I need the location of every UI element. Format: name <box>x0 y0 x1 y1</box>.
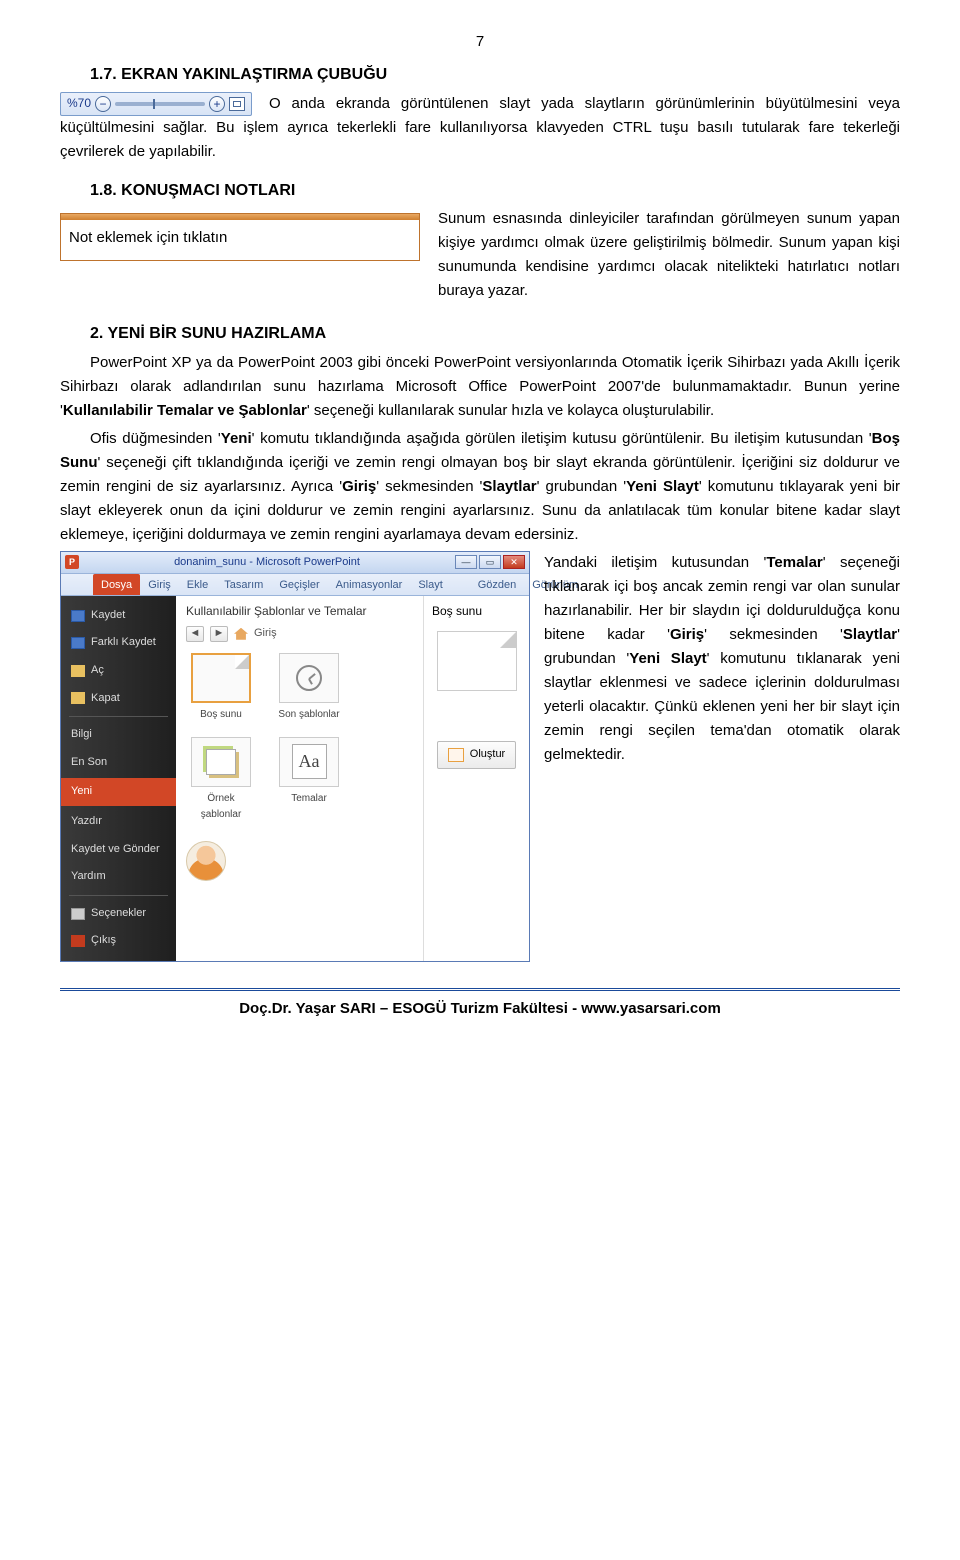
tab-insert[interactable]: Ekle <box>179 574 216 595</box>
t-bold: Yeni Slayt <box>629 650 706 667</box>
stack-icon <box>206 749 236 775</box>
zoom-slider[interactable] <box>115 102 205 106</box>
tab-slideshow[interactable]: Slayt Gösterisi <box>410 574 469 595</box>
t-bold: Giriş <box>342 478 376 495</box>
tab-file[interactable]: Dosya <box>93 574 140 595</box>
zoom-out-icon[interactable]: − <box>95 96 111 112</box>
para-2-1: PowerPoint XP ya da PowerPoint 2003 gibi… <box>60 351 900 423</box>
heading-1-7: 1.7. EKRAN YAKINLAŞTIRMA ÇUBUĞU <box>60 62 900 88</box>
zoom-fit-icon[interactable] <box>229 97 245 111</box>
folder-open-icon <box>71 665 85 677</box>
folder-icon <box>71 692 85 704</box>
preview-thumbnail <box>437 631 517 691</box>
menu-open[interactable]: Aç <box>61 657 176 685</box>
powerpoint-window: P donanim_sunu - Microsoft PowerPoint — … <box>60 551 530 962</box>
menu-info[interactable]: Bilgi <box>61 721 176 749</box>
t-bold: Giriş <box>670 626 704 643</box>
powerpoint-app-icon: P <box>65 555 79 569</box>
create-button[interactable]: Oluştur <box>437 741 516 769</box>
heading-1-8: 1.8. KONUŞMACI NOTLARI <box>60 178 900 204</box>
zoom-in-icon[interactable]: + <box>209 96 225 112</box>
create-icon <box>448 748 464 762</box>
menu-send[interactable]: Kaydet ve Gönder <box>61 836 176 864</box>
page-number: 7 <box>60 30 900 54</box>
t: ' sekmesinden ' <box>376 478 482 495</box>
clock-icon <box>296 665 322 691</box>
tile-themes[interactable]: Aa Temalar <box>274 737 344 823</box>
t: Yandaki iletişim kutusundan ' <box>544 554 766 571</box>
t: ' sekmesinden ' <box>704 626 843 643</box>
tab-home[interactable]: Giriş <box>140 574 179 595</box>
menu-save[interactable]: Kaydet <box>61 602 176 630</box>
t-bold: Slaytlar <box>843 626 897 643</box>
page-footer: Doç.Dr. Yaşar SARI – ESOGÜ Turizm Fakült… <box>60 988 900 1021</box>
tab-design[interactable]: Tasarım <box>216 574 271 595</box>
save-icon <box>71 610 85 622</box>
t-bold: Yeni <box>221 430 252 447</box>
zoom-percent-label: %70 <box>67 94 91 113</box>
options-icon <box>71 908 85 920</box>
menu-close[interactable]: Kapat <box>61 685 176 713</box>
menu-help[interactable]: Yardım <box>61 863 176 891</box>
t: ' komutu tıklandığında aşağıda görülen i… <box>252 430 872 447</box>
exit-icon <box>71 935 85 947</box>
minimize-icon[interactable]: — <box>455 555 477 569</box>
t-bold: Yeni Slayt <box>626 478 699 495</box>
para-1-7: %70 − + O anda ekranda görüntülenen slay… <box>60 92 900 164</box>
menu-print[interactable]: Yazdır <box>61 808 176 836</box>
tab-transitions[interactable]: Geçişler <box>271 574 327 595</box>
close-icon[interactable]: ✕ <box>503 555 525 569</box>
menu-exit[interactable]: Çıkış <box>61 927 176 955</box>
nav-back-icon[interactable]: ◄ <box>186 626 204 642</box>
maximize-icon[interactable]: ▭ <box>479 555 501 569</box>
menu-new[interactable]: Yeni <box>61 778 176 806</box>
nav-home-icon[interactable] <box>234 628 248 640</box>
file-menu: Kaydet Farklı Kaydet Aç Kapat Bilgi En S… <box>61 596 176 961</box>
para-1-8: Sunum esnasında dinleyiciler tarafından … <box>438 207 900 303</box>
save-as-icon <box>71 637 85 649</box>
notes-pane[interactable]: Not eklemek için tıklatın <box>60 213 420 261</box>
notes-placeholder[interactable]: Not eklemek için tıklatın <box>61 220 419 260</box>
tile-sample-templates[interactable]: Örnek şablonlar <box>186 737 256 823</box>
zoom-bar[interactable]: %70 − + <box>60 92 252 116</box>
para-2-2: Ofis düğmesinden 'Yeni' komutu tıklandığ… <box>60 427 900 547</box>
templates-panel: Kullanılabilir Şablonlar ve Temalar ◄ ► … <box>176 596 424 961</box>
tile-recent-templates[interactable]: Son şablonlar <box>274 653 344 723</box>
t: ' grubundan ' <box>537 478 626 495</box>
nav-forward-icon[interactable]: ► <box>210 626 228 642</box>
tab-animations[interactable]: Animasyonlar <box>328 574 411 595</box>
menu-options[interactable]: Seçenekler <box>61 900 176 928</box>
nav-breadcrumb: Giriş <box>254 625 277 643</box>
menu-save-as[interactable]: Farklı Kaydet <box>61 629 176 657</box>
t: ' seçeneği kullanılarak sunular hızla ve… <box>307 402 714 419</box>
tab-review[interactable]: Gözden Geçir <box>470 574 525 595</box>
t-bold: Slaytlar <box>482 478 536 495</box>
preview-panel: Boş sunu Oluştur <box>424 596 529 961</box>
themes-icon: Aa <box>292 744 327 779</box>
tile-blank[interactable]: Boş sunu <box>186 653 256 723</box>
t: Ofis düğmesinden ' <box>90 430 221 447</box>
t-bold: Temalar <box>766 554 822 571</box>
preview-heading: Boş sunu <box>432 602 521 621</box>
templates-heading: Kullanılabilir Şablonlar ve Temalar <box>186 602 413 621</box>
user-avatar-icon <box>186 841 226 881</box>
menu-recent[interactable]: En Son <box>61 749 176 777</box>
pp-titlebar: P donanim_sunu - Microsoft PowerPoint — … <box>61 552 529 574</box>
t-bold: Kullanılabilir Temalar ve Şablonlar <box>63 402 307 419</box>
heading-2: 2. YENİ BİR SUNU HAZIRLAMA <box>60 321 900 347</box>
pp-and-text-wrap: P donanim_sunu - Microsoft PowerPoint — … <box>60 551 900 968</box>
pp-ribbon-tabs: Dosya Giriş Ekle Tasarım Geçişler Animas… <box>61 574 529 596</box>
pp-window-title: donanim_sunu - Microsoft PowerPoint <box>79 554 455 572</box>
